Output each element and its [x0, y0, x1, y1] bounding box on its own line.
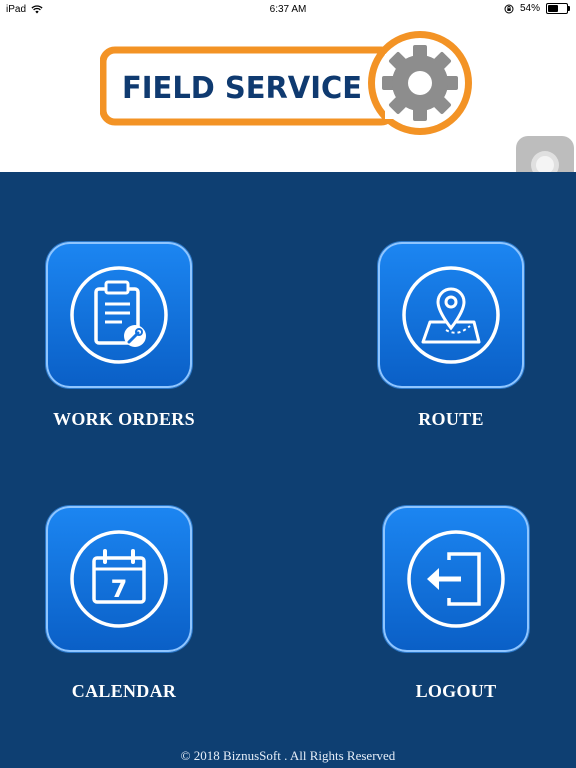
map-pin-icon	[402, 266, 500, 364]
status-time: 6:37 AM	[269, 4, 307, 15]
clipboard-icon	[70, 266, 168, 364]
field-service-logo: FIELD SERVICE	[100, 31, 472, 135]
logout-icon	[407, 530, 505, 628]
calendar-day: 7	[111, 575, 128, 603]
logo-text: FIELD SERVICE	[122, 71, 362, 106]
copyright-footer: © 2018 BiznusSoft . All Rights Reserved	[180, 748, 396, 763]
calendar-label[interactable]: CALENDAR	[24, 681, 224, 702]
work-orders-button[interactable]	[46, 242, 192, 388]
route-label[interactable]: ROUTE	[351, 409, 551, 430]
header: FIELD SERVICE	[0, 20, 576, 194]
status-bar: iPad 6:37 AM 54%	[0, 0, 576, 20]
calendar-icon: 7	[70, 530, 168, 628]
logout-label[interactable]: LOGOUT	[356, 681, 556, 702]
orientation-lock-icon	[504, 4, 514, 13]
status-right: 54%	[504, 3, 570, 14]
battery-percent: 54%	[519, 3, 540, 14]
battery-icon	[546, 3, 570, 14]
route-button[interactable]	[378, 242, 524, 388]
main-menu: WORK ORDERS ROUTE 7 CALENDAR LOGOUT © 20…	[0, 172, 576, 768]
logout-button[interactable]	[383, 506, 529, 652]
work-orders-label[interactable]: WORK ORDERS	[24, 409, 224, 430]
calendar-button[interactable]: 7	[46, 506, 192, 652]
battery-level	[548, 5, 558, 12]
